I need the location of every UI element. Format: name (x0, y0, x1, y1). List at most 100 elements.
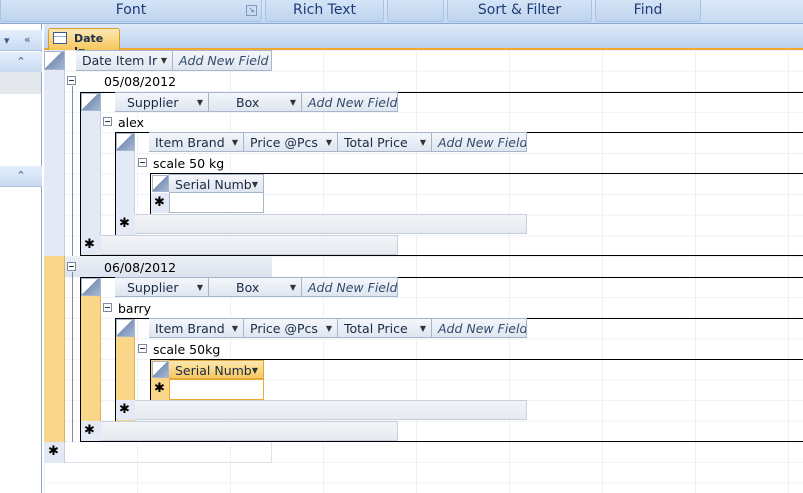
column-header-box[interactable]: Box ▼ (209, 92, 302, 112)
collapse-toggle-icon[interactable] (138, 344, 147, 353)
column-header-label: Item Brand (155, 321, 225, 336)
nav-group-header[interactable]: ⌃ (0, 52, 42, 73)
new-record-selector[interactable]: ✱ (151, 379, 169, 399)
column-header-supplier[interactable]: Supplier ▼ (115, 277, 209, 297)
select-all-corner[interactable] (116, 133, 135, 151)
ribbon-group-label: Rich Text (293, 2, 356, 18)
column-header-label: Add New Field (308, 95, 398, 110)
dropdown-arrow-icon[interactable]: ▼ (252, 175, 258, 192)
column-header-label: Item Brand (155, 135, 225, 150)
column-header-label: Date Item Ir (82, 53, 158, 68)
new-supplier-row[interactable] (101, 235, 398, 255)
record-selector-current[interactable] (44, 256, 65, 442)
nav-selected-item[interactable] (0, 72, 41, 94)
dropdown-arrow-icon[interactable]: ▼ (326, 133, 332, 151)
column-header-add-new-field[interactable]: Add New Field (432, 318, 527, 338)
column-header-supplier[interactable]: Supplier ▼ (115, 92, 209, 112)
column-header-item-brand[interactable]: Item Brand ▼ (149, 132, 244, 152)
new-record-selector[interactable]: ✱ (81, 421, 101, 441)
select-all-corner[interactable] (81, 278, 101, 296)
nav-group-header[interactable]: ⌃ (0, 166, 42, 187)
serial-number-new-cell[interactable] (169, 193, 264, 213)
select-all-corner[interactable] (116, 319, 135, 337)
column-header-price-pcs[interactable]: Price @Pcs ▼ (244, 318, 338, 338)
tab-date-in[interactable]: Date In (48, 28, 120, 58)
new-item-row[interactable] (135, 400, 527, 420)
column-header-item-brand[interactable]: Item Brand ▼ (149, 318, 244, 338)
item-brand-cell[interactable]: scale 50 kg (153, 154, 224, 173)
dropdown-arrow-icon[interactable]: ▼ (161, 51, 167, 70)
document-tab-strip (44, 24, 803, 50)
dropdown-arrow-icon[interactable]: ▼ (197, 93, 203, 111)
collapse-toggle-icon[interactable] (67, 76, 76, 85)
select-all-corner[interactable] (152, 361, 169, 378)
new-record-selector[interactable]: ✱ (44, 442, 65, 463)
chevron-up-icon: ⌃ (16, 169, 26, 182)
item-brand-cell[interactable]: scale 50kg (153, 340, 220, 359)
select-all-corner[interactable] (81, 93, 101, 111)
new-item-row[interactable] (135, 214, 527, 234)
column-header-add-new-field[interactable]: Add New Field (302, 92, 398, 112)
supplier-cell[interactable]: alex (118, 113, 144, 132)
dropdown-arrow-icon[interactable]: ▼ (232, 133, 238, 151)
new-record-icon: ✱ (48, 444, 59, 459)
dropdown-arrow-icon[interactable]: ▼ (420, 319, 426, 337)
new-record-icon: ✱ (154, 381, 165, 396)
column-header-total-price[interactable]: Total Price ▼ (338, 318, 432, 338)
column-header-label: Supplier (127, 280, 179, 295)
collapse-toggle-icon[interactable] (103, 303, 112, 312)
supplier-cell[interactable]: barry (118, 299, 151, 318)
new-record-icon: ✱ (119, 216, 130, 231)
dropdown-arrow-icon[interactable]: ▼ (326, 319, 332, 337)
date-cell[interactable]: 05/08/2012 (104, 72, 176, 91)
column-header-add-new-field[interactable]: Add New Field (302, 277, 398, 297)
column-header-box[interactable]: Box ▼ (209, 277, 302, 297)
column-header-serial-number[interactable]: Serial Numb ▼ (169, 360, 264, 379)
select-all-corner[interactable] (44, 51, 65, 70)
column-header-label: Serial Numb (175, 177, 252, 192)
ribbon-group-rich-text[interactable]: Rich Text (265, 0, 384, 22)
column-header-total-price[interactable]: Total Price ▼ (338, 132, 432, 152)
new-date-row[interactable] (65, 442, 272, 463)
dropdown-arrow-icon[interactable]: ▼ (252, 361, 258, 378)
collapse-toggle-icon[interactable] (138, 158, 147, 167)
ribbon-group-find[interactable]: Find (595, 0, 701, 22)
record-selector-column (44, 50, 65, 256)
new-supplier-row[interactable] (101, 421, 398, 441)
dropdown-arrow-icon[interactable]: ▼ (290, 93, 296, 111)
column-header-label: Add New Field (438, 135, 527, 150)
new-record-selector[interactable]: ✱ (116, 400, 135, 420)
new-record-selector[interactable]: ✱ (81, 235, 101, 255)
ribbon-group-sort-filter[interactable]: Sort & Filter (447, 0, 592, 22)
new-record-selector[interactable]: ✱ (151, 193, 169, 213)
nav-pane-header: ▾ « (0, 30, 42, 51)
dialog-launcher-icon[interactable]: ↘ (246, 5, 257, 16)
column-header-label: Supplier (127, 95, 179, 110)
chevron-down-icon[interactable]: ▾ (4, 31, 10, 50)
collapse-toggle-icon[interactable] (67, 262, 76, 271)
select-all-corner[interactable] (152, 175, 169, 192)
column-header-serial-number[interactable]: Serial Numb ▼ (169, 174, 264, 193)
collapse-toggle-icon[interactable] (103, 117, 112, 126)
date-cell[interactable]: 06/08/2012 (104, 258, 176, 277)
column-header-date-item-in[interactable]: Date Item Ir ▼ (76, 50, 173, 71)
new-record-icon: ✱ (84, 237, 95, 252)
column-header-label: Total Price (344, 135, 408, 150)
column-header-add-new-field[interactable]: Add New Field (173, 50, 272, 71)
column-header-label: Total Price (344, 321, 408, 336)
dropdown-arrow-icon[interactable]: ▼ (420, 133, 426, 151)
dropdown-arrow-icon[interactable]: ▼ (197, 278, 203, 296)
column-header-add-new-field[interactable]: Add New Field (432, 132, 527, 152)
column-header-label: Add New Field (179, 53, 269, 68)
column-header-price-pcs[interactable]: Price @Pcs ▼ (244, 132, 338, 152)
ribbon-group-records[interactable] (387, 0, 444, 22)
ribbon-group-font[interactable]: Font ↘ (0, 0, 262, 22)
ribbon-group-label: Find (633, 2, 663, 18)
shutter-bar-icon[interactable]: « (24, 30, 31, 49)
new-record-selector[interactable]: ✱ (116, 214, 135, 234)
navigation-pane: ▾ « ⌃ ⌃ (0, 24, 42, 493)
dropdown-arrow-icon[interactable]: ▼ (232, 319, 238, 337)
ribbon-group-label: Font (115, 2, 147, 18)
serial-number-new-cell[interactable] (169, 379, 264, 400)
dropdown-arrow-icon[interactable]: ▼ (290, 278, 296, 296)
